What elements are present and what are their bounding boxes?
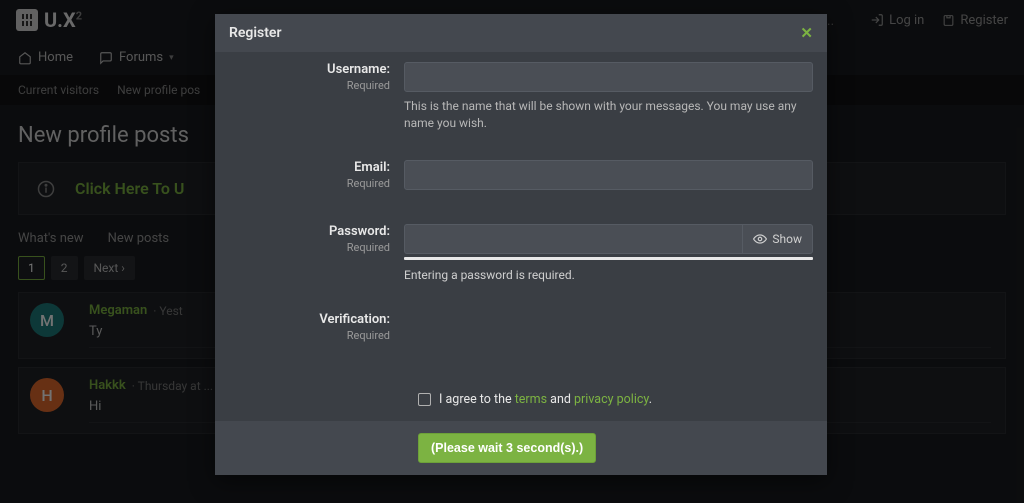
eye-icon	[753, 232, 767, 246]
username-label: Username:	[327, 62, 390, 77]
username-input[interactable]	[404, 62, 813, 92]
modal-title: Register	[229, 25, 282, 41]
register-submit-button[interactable]: (Please wait 3 second(s).)	[418, 433, 596, 463]
verification-label: Verification:	[319, 312, 390, 327]
email-label: Email:	[354, 160, 390, 175]
show-password-label: Show	[772, 232, 802, 246]
agree-text: I agree to the terms and privacy policy.	[439, 392, 652, 407]
agree-checkbox[interactable]	[418, 393, 431, 406]
password-label: Password:	[329, 224, 390, 239]
terms-link[interactable]: terms	[515, 392, 547, 407]
password-required: Required	[347, 241, 390, 254]
show-password-button[interactable]: Show	[742, 224, 813, 254]
verification-area	[404, 312, 813, 376]
verification-required: Required	[347, 329, 390, 342]
email-input[interactable]	[404, 160, 813, 190]
register-modal: Register ✕ Username: Required This is th…	[215, 14, 827, 475]
password-error: Entering a password is required.	[404, 268, 813, 282]
username-required: Required	[347, 79, 390, 92]
privacy-policy-link[interactable]: privacy policy	[574, 392, 649, 407]
password-input[interactable]	[404, 224, 742, 254]
email-required: Required	[347, 177, 390, 190]
password-strength-meter	[404, 257, 813, 260]
username-help: This is the name that will be shown with…	[404, 98, 813, 132]
close-icon[interactable]: ✕	[800, 24, 813, 42]
